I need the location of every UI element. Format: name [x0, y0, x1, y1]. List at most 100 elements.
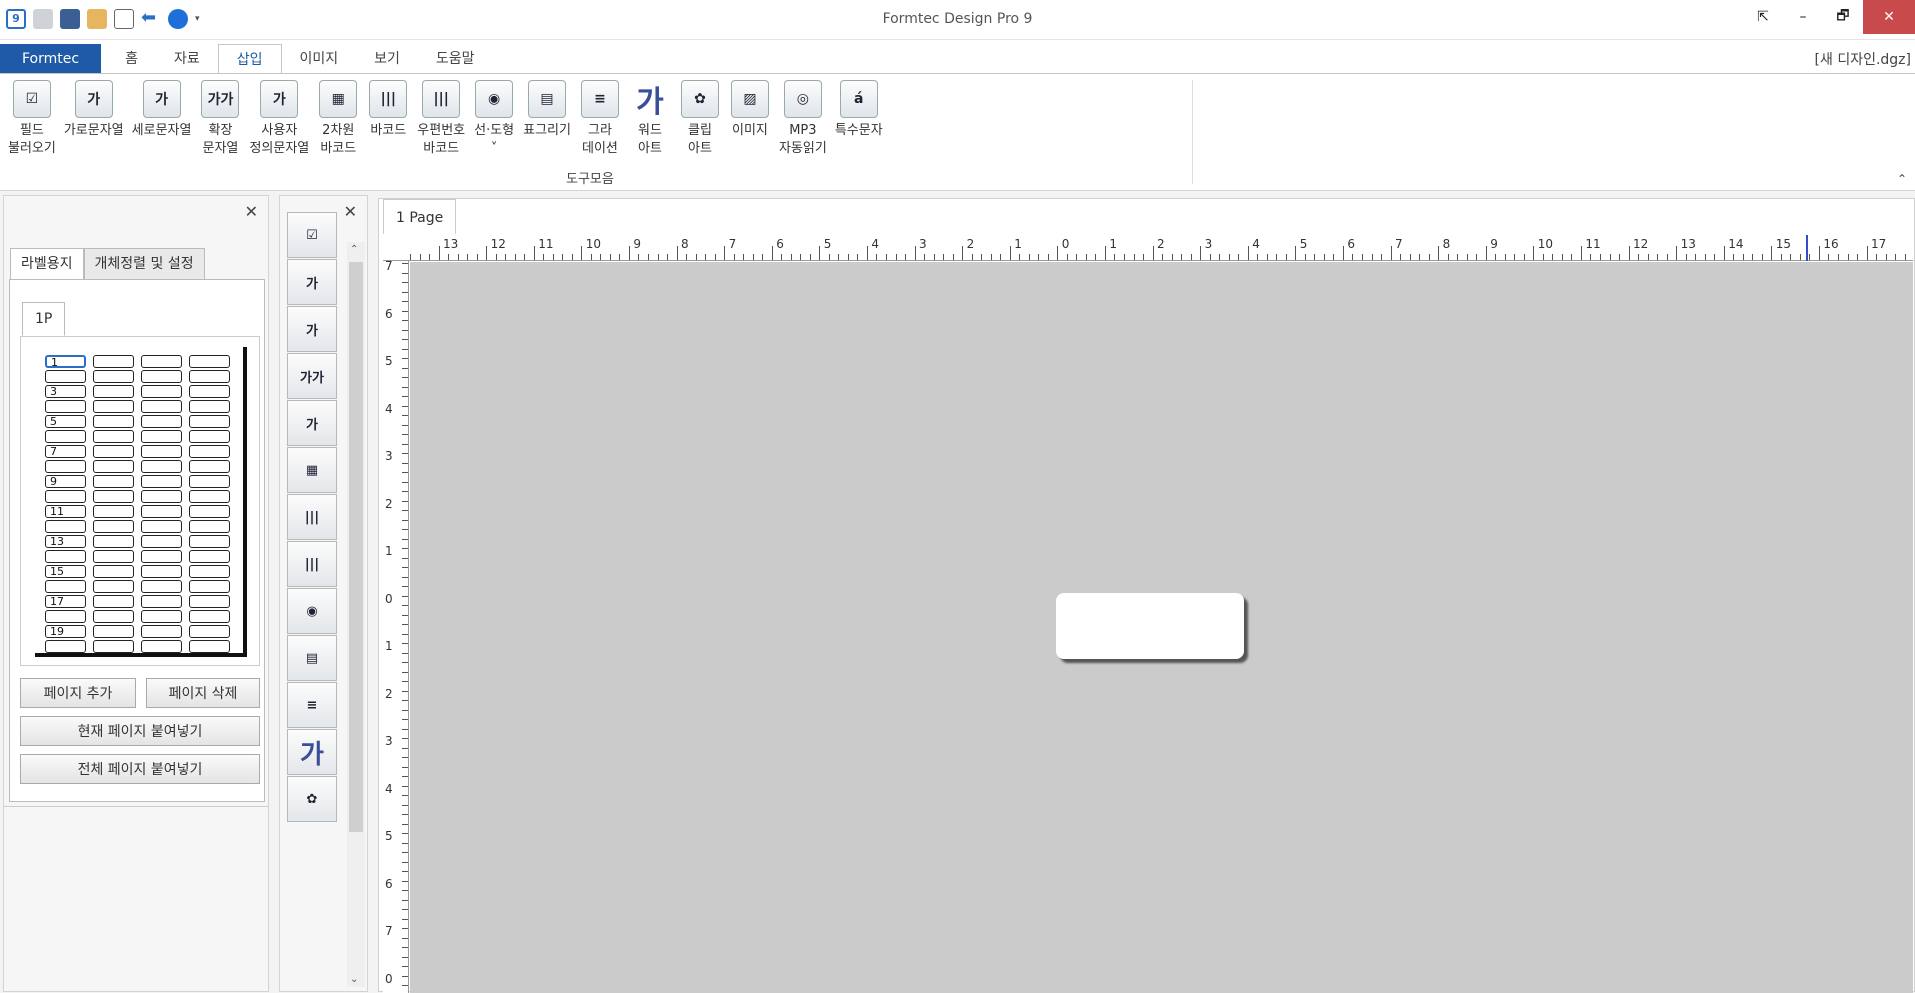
label-cell[interactable]: 11 [45, 505, 86, 518]
label-cell[interactable] [141, 460, 182, 473]
tab-page-1[interactable]: 1 Page [383, 199, 457, 234]
extended-text-button[interactable]: 가가 확장 문자열 [195, 80, 245, 158]
vertical-text-icon[interactable]: 가 [287, 306, 337, 352]
label-cell[interactable] [45, 550, 86, 563]
postal-barcode-icon[interactable]: ||| [287, 541, 337, 587]
image-button[interactable]: ▨ 이미지 [725, 80, 775, 158]
label-cell[interactable] [141, 490, 182, 503]
label-cell[interactable] [141, 610, 182, 623]
extended-text-icon[interactable]: 가가 [287, 353, 337, 399]
label-cell[interactable] [189, 565, 230, 578]
label-design-surface[interactable] [1056, 593, 1244, 659]
paste-current-page-button[interactable]: 현재 페이지 붙여넣기 [20, 716, 260, 746]
table-icon[interactable]: ▤ [287, 635, 337, 681]
label-cell[interactable] [45, 640, 86, 653]
label-cell[interactable] [93, 490, 134, 503]
close-icon[interactable]: ✕ [344, 202, 357, 221]
label-cell[interactable]: 17 [45, 595, 86, 608]
label-cell[interactable] [141, 400, 182, 413]
label-cell[interactable] [189, 625, 230, 638]
field-load-button[interactable]: ☑ 필드 불러오기 [4, 80, 60, 158]
label-cell[interactable] [45, 460, 86, 473]
barcode-icon[interactable]: ||| [287, 494, 337, 540]
add-page-button[interactable]: 페이지 추가 [20, 678, 136, 708]
shape-icon[interactable]: ◉ [287, 588, 337, 634]
tab-object-alignment[interactable]: 개체정렬 및 설정 [83, 248, 205, 280]
label-cell[interactable]: 1 [45, 355, 86, 368]
label-cell[interactable] [93, 430, 134, 443]
label-cell[interactable] [141, 520, 182, 533]
label-cell[interactable] [93, 595, 134, 608]
clip-art-button[interactable]: ✿ 클립 아트 [675, 80, 725, 158]
label-cell[interactable] [93, 640, 134, 653]
label-cell[interactable] [93, 520, 134, 533]
label-cell[interactable] [189, 460, 230, 473]
custom-text-icon[interactable]: 가 [287, 400, 337, 446]
label-cell[interactable] [189, 595, 230, 608]
paste-all-pages-button[interactable]: 전체 페이지 붙여넣기 [20, 754, 260, 784]
label-cell[interactable] [141, 370, 182, 383]
label-cell[interactable] [93, 505, 134, 518]
clip-art-icon[interactable]: ✿ [287, 776, 337, 822]
label-cell[interactable] [141, 475, 182, 488]
horizontal-text-button[interactable]: 가 가로문자열 [60, 80, 128, 158]
label-cell[interactable] [93, 400, 134, 413]
label-cell[interactable] [93, 355, 134, 368]
label-cell[interactable]: 15 [45, 565, 86, 578]
label-cell[interactable] [189, 535, 230, 548]
tab-ribbon-4[interactable]: 이미지 [282, 44, 357, 74]
label-cell[interactable] [189, 430, 230, 443]
label-cell[interactable] [93, 610, 134, 623]
horizontal-text-icon[interactable]: 가 [287, 259, 337, 305]
label-cell[interactable] [189, 445, 230, 458]
label-cell[interactable] [189, 370, 230, 383]
word-art-icon[interactable]: 가 [287, 729, 337, 775]
postal-barcode-button[interactable]: ||| 우편번호 바코드 [413, 80, 469, 158]
label-cell[interactable] [45, 490, 86, 503]
label-cell[interactable]: 19 [45, 625, 86, 638]
label-cell[interactable] [189, 550, 230, 563]
scroll-down-icon[interactable]: ⌄ [350, 974, 358, 985]
label-cell[interactable] [189, 610, 230, 623]
label-cell[interactable] [189, 400, 230, 413]
scroll-up-icon[interactable]: ⌃ [350, 244, 358, 255]
tab-formtec[interactable]: Formtec [0, 44, 102, 74]
tab-ribbon-1[interactable]: 홈 [107, 44, 156, 74]
label-cell[interactable] [141, 625, 182, 638]
label-cell[interactable] [93, 415, 134, 428]
qr-barcode-button[interactable]: ▦ 2차원 바코드 [313, 80, 363, 158]
label-cell[interactable] [93, 580, 134, 593]
label-cell[interactable] [45, 370, 86, 383]
label-cell[interactable] [141, 445, 182, 458]
label-cell[interactable] [141, 430, 182, 443]
delete-page-button[interactable]: 페이지 삭제 [146, 678, 260, 708]
label-cell[interactable] [141, 505, 182, 518]
close-icon[interactable]: ✕ [245, 202, 258, 221]
label-cell[interactable]: 13 [45, 535, 86, 548]
restore-ribbon-icon[interactable]: ⇱ [1743, 0, 1783, 34]
label-cell[interactable] [189, 580, 230, 593]
label-cell[interactable] [189, 640, 230, 653]
close-button[interactable]: ✕ [1863, 0, 1915, 34]
tab-page-1p[interactable]: 1P [22, 302, 66, 336]
table-draw-button[interactable]: ▤ 표그리기 [519, 80, 575, 158]
label-cell[interactable]: 7 [45, 445, 86, 458]
label-cell[interactable] [141, 535, 182, 548]
label-cell[interactable] [93, 460, 134, 473]
tab-ribbon-2[interactable]: 자료 [156, 44, 218, 74]
label-cell[interactable] [93, 625, 134, 638]
qr-code-icon[interactable]: ▦ [287, 447, 337, 493]
special-char-button[interactable]: á 특수문자 [831, 80, 887, 158]
label-cell[interactable] [141, 415, 182, 428]
label-cell[interactable] [93, 370, 134, 383]
gradation-button[interactable]: ≡ 그라 데이션 [575, 80, 625, 158]
label-cell[interactable] [45, 520, 86, 533]
label-cell[interactable] [141, 580, 182, 593]
scroll-thumb[interactable] [349, 262, 363, 832]
label-cell[interactable] [93, 475, 134, 488]
label-cell[interactable] [189, 490, 230, 503]
label-cell[interactable] [93, 385, 134, 398]
label-cell[interactable] [93, 445, 134, 458]
custom-text-button[interactable]: 가 사용자 정의문자열 [245, 80, 313, 158]
field-icon[interactable]: ☑ [287, 212, 337, 258]
